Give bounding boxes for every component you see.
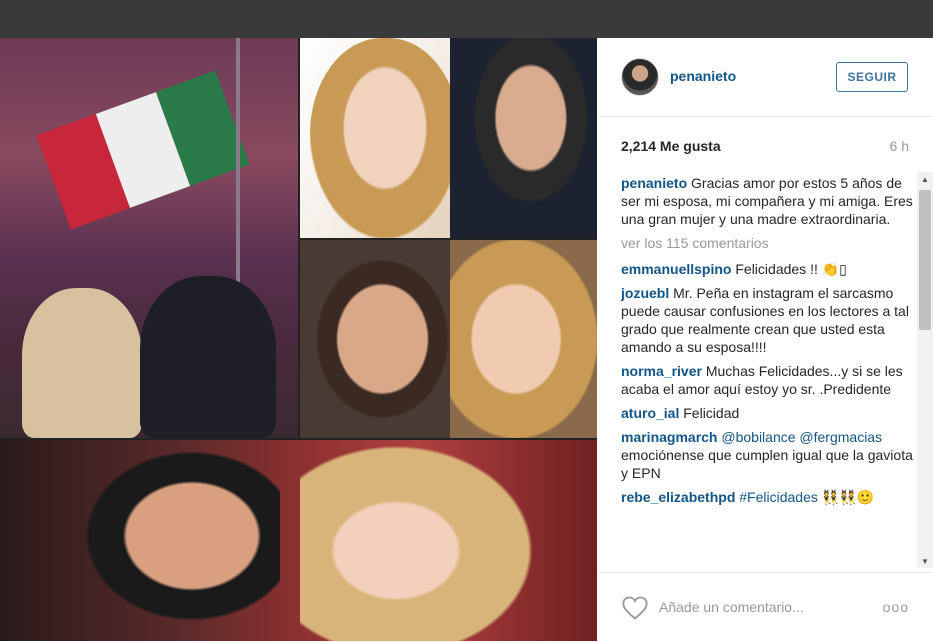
man-back-figure: [140, 276, 276, 438]
comment-username[interactable]: rebe_elizabethpd: [621, 489, 735, 505]
comment-username[interactable]: marinagmarch: [621, 429, 717, 445]
comment-username[interactable]: norma_river: [621, 363, 702, 379]
follow-button[interactable]: SEGUIR: [836, 62, 908, 92]
comment-username[interactable]: aturo_ial: [621, 405, 679, 421]
comment-item: emmanuellspino Felicidades !! 👏▯: [621, 260, 913, 278]
more-options-icon[interactable]: ooo: [883, 599, 909, 615]
woman-back-figure: [22, 288, 142, 438]
post-header: penanieto SEGUIR: [597, 38, 933, 117]
comment-item: marinagmarch @bobilance @fergmacias emoc…: [621, 428, 913, 482]
avatar[interactable]: [621, 58, 659, 96]
man-selfie-face: [300, 240, 450, 438]
comments-list[interactable]: penanieto Gracias amor por estos 5 años …: [621, 174, 913, 570]
mexican-flag-image: [36, 70, 250, 230]
comment-hashtag[interactable]: #Felicidades: [739, 489, 818, 505]
comment-text: Felicidades !! 👏▯: [735, 261, 847, 277]
comments-scrollbar[interactable]: ▲ ▼: [917, 172, 933, 568]
view-all-comments-link[interactable]: ver los 115 comentarios: [621, 234, 913, 252]
woman-profile-face: [300, 440, 540, 641]
scroll-down-arrow-icon[interactable]: ▼: [917, 554, 933, 568]
top-bar: [0, 0, 933, 38]
photo-tile-flag-couple: [0, 38, 298, 438]
woman-face: [310, 38, 460, 238]
heart-icon[interactable]: [621, 595, 649, 621]
photo-tile-profile-couple: [0, 440, 597, 641]
comment-username[interactable]: jozuebl: [621, 285, 669, 301]
comment-text: 👯👯🙂: [821, 489, 875, 505]
likes-count[interactable]: 2,214 Me gusta: [621, 138, 721, 154]
man-face: [450, 38, 597, 238]
post-timestamp[interactable]: 6 h: [890, 138, 909, 154]
caption: penanieto Gracias amor por estos 5 años …: [621, 174, 913, 228]
comment-username[interactable]: emmanuellspino: [621, 261, 731, 277]
photo-tile-smiling-couple: [300, 38, 597, 238]
comment-text: Felicidad: [683, 405, 740, 421]
scrollbar-thumb[interactable]: [919, 190, 931, 330]
post-photo-collage[interactable]: [0, 38, 597, 641]
woman-selfie-face: [450, 240, 597, 438]
comment-item: rebe_elizabethpd #Felicidades 👯👯🙂: [621, 488, 913, 506]
comment-mentions[interactable]: @bobilance @fergmacias: [721, 429, 882, 445]
author-username[interactable]: penanieto: [670, 68, 736, 84]
comment-item: aturo_ial Felicidad: [621, 404, 913, 422]
comment-item: norma_river Muchas Felicidades...y si se…: [621, 362, 913, 398]
add-comment-input[interactable]: Añade un comentario...: [659, 599, 804, 615]
comment-item: jozuebl Mr. Peña en instagram el sarcasm…: [621, 284, 913, 356]
photo-tile-selfie: [300, 240, 597, 438]
scroll-up-arrow-icon[interactable]: ▲: [917, 172, 933, 186]
post-footer: Añade un comentario... ooo: [597, 572, 933, 642]
caption-username[interactable]: penanieto: [621, 175, 687, 191]
post-details-panel: penanieto SEGUIR 2,214 Me gusta 6 h pena…: [597, 38, 933, 641]
comment-text: emociónense que cumplen igual que la gav…: [621, 447, 913, 481]
man-profile-face: [60, 450, 280, 641]
